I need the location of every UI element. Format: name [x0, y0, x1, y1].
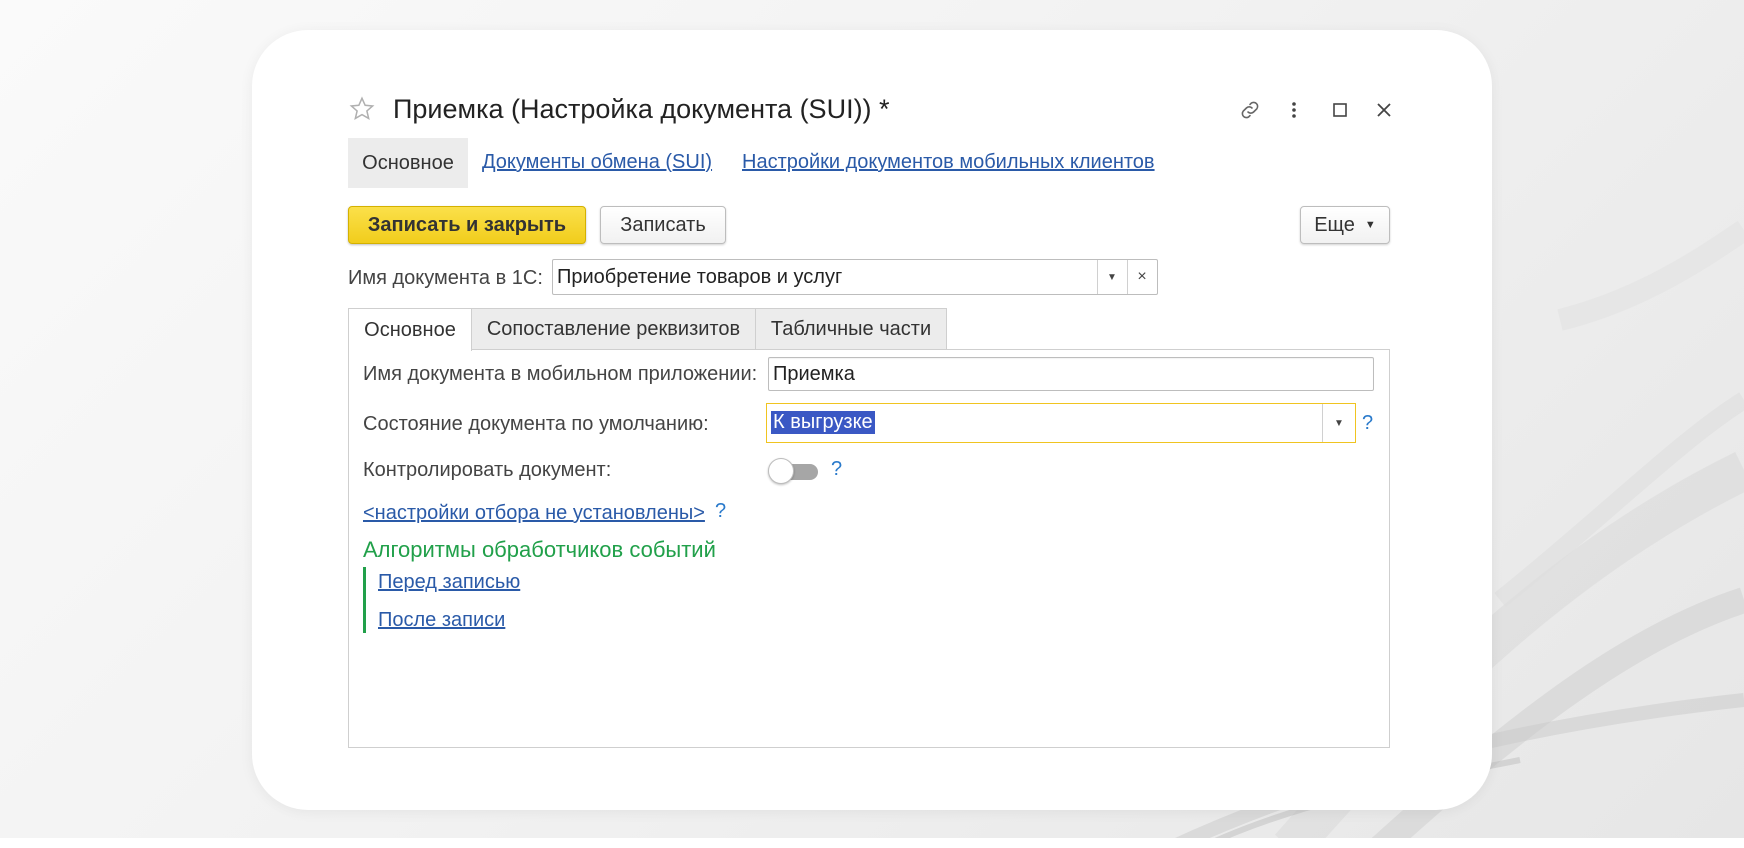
- window-title: Приемка (Настройка документа (SUI)) *: [393, 94, 890, 124]
- dropdown-icon[interactable]: ▼: [1097, 260, 1126, 294]
- default-state-field[interactable]: К выгрузке ▼: [766, 403, 1356, 443]
- chevron-down-icon: ▼: [1364, 219, 1376, 231]
- mobile-name-input[interactable]: Приемка: [768, 357, 1374, 391]
- mobile-name-label: Имя документа в мобильном приложении:: [363, 363, 758, 385]
- maximize-icon[interactable]: [1326, 96, 1354, 124]
- document-1c-label: Имя документа в 1С:: [348, 267, 543, 289]
- default-state-label: Состояние документа по умолчанию:: [363, 413, 709, 435]
- before-write-link[interactable]: Перед записью: [378, 571, 520, 594]
- tab-attribute-mapping[interactable]: Сопоставление реквизитов: [471, 308, 756, 350]
- more-vertical-icon[interactable]: [1280, 96, 1308, 124]
- nav-item-main[interactable]: Основное: [348, 138, 468, 188]
- close-icon[interactable]: [1370, 96, 1398, 124]
- default-state-value: К выгрузке: [771, 411, 875, 434]
- tab-table-parts[interactable]: Табличные части: [755, 308, 947, 350]
- control-document-toggle[interactable]: [768, 458, 820, 484]
- filter-settings-help-icon[interactable]: ?: [715, 500, 726, 523]
- after-write-link[interactable]: После записи: [378, 609, 505, 632]
- handlers-group-title: Алгоритмы обработчиков событий: [363, 537, 716, 562]
- control-document-label: Контролировать документ:: [363, 459, 612, 481]
- toggle-knob: [768, 458, 794, 484]
- nav-link-exchange-documents[interactable]: Документы обмена (SUI): [482, 151, 712, 174]
- save-and-close-button[interactable]: Записать и закрыть: [348, 206, 586, 244]
- filter-settings-link[interactable]: <настройки отбора не установлены>: [363, 502, 705, 525]
- document-1c-field[interactable]: Приобретение товаров и услуг ▼ ×: [552, 259, 1158, 295]
- document-1c-value: Приобретение товаров и услуг: [557, 266, 843, 288]
- handlers-group-bar: [363, 567, 366, 633]
- nav-link-mobile-client-settings[interactable]: Настройки документов мобильных клиентов: [742, 151, 1155, 174]
- more-button-label: Еще: [1314, 213, 1355, 236]
- default-state-help-icon[interactable]: ?: [1362, 412, 1373, 435]
- save-button[interactable]: Записать: [600, 206, 726, 244]
- star-icon[interactable]: [348, 95, 376, 123]
- bottom-strip: [0, 838, 1744, 848]
- form-navigation: Основное Документы обмена (SUI) Настройк…: [348, 138, 1348, 188]
- tab-bar: Основное Сопоставление реквизитов Таблич…: [348, 308, 1390, 351]
- more-button[interactable]: Еще ▼: [1300, 206, 1390, 244]
- dropdown-icon[interactable]: ▼: [1322, 404, 1355, 442]
- window-controls: [1236, 96, 1398, 124]
- clear-icon[interactable]: ×: [1127, 260, 1156, 294]
- link-icon[interactable]: [1236, 96, 1264, 124]
- control-document-help-icon[interactable]: ?: [831, 458, 842, 481]
- tab-main[interactable]: Основное: [348, 308, 472, 351]
